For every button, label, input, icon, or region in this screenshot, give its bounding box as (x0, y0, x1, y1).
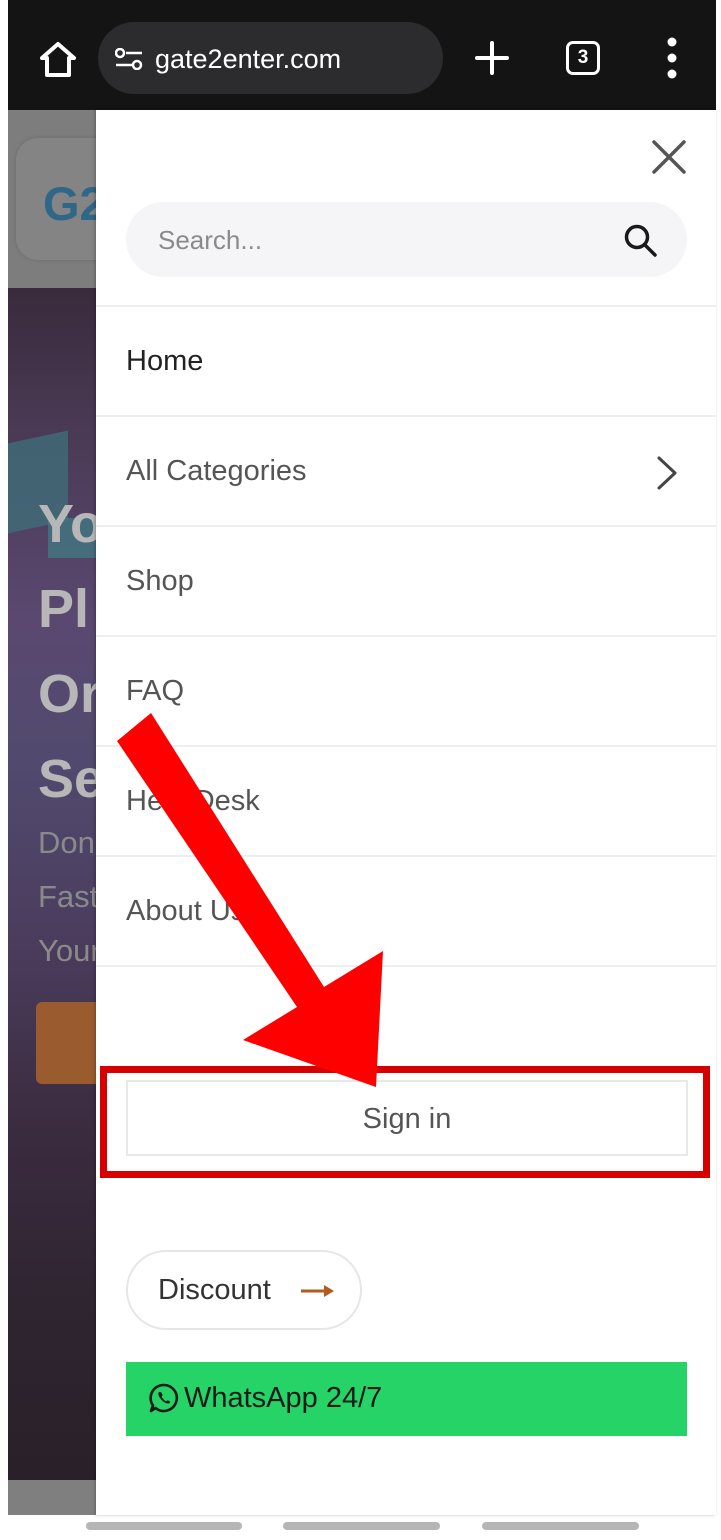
arrow-right-icon (300, 1284, 334, 1298)
mobile-menu-drawer: Home All Categories Shop FAQ Help Desk A… (96, 110, 716, 1515)
hero-title-line: Pl (38, 579, 90, 639)
nav-item-shop[interactable]: Shop (96, 527, 716, 637)
hero-subtitle-line: Don (38, 825, 95, 860)
system-nav-home[interactable] (283, 1522, 440, 1530)
nav-item-label: Home (126, 345, 204, 377)
nav-item-label: All Categories (126, 455, 307, 487)
whatsapp-icon (148, 1382, 180, 1414)
nav-item-label: Help Desk (126, 785, 260, 817)
home-icon[interactable] (38, 40, 78, 80)
whatsapp-label: WhatsApp 24/7 (184, 1382, 383, 1414)
chevron-right-icon[interactable] (656, 455, 678, 491)
hero-title: Yo Pl Or Se (38, 482, 100, 822)
hero-title-line: Yo (38, 494, 100, 554)
nav-item-about-us[interactable]: About Us (96, 857, 716, 967)
plus-icon[interactable] (474, 40, 510, 76)
hero-subtitle-line: Fast (38, 879, 99, 914)
hero-subtitle: Don Fast Your (38, 816, 100, 978)
browser-toolbar: gate2enter.com 3 (8, 0, 716, 110)
nav-item-faq[interactable]: FAQ (96, 637, 716, 747)
background-page: G2 Yo Pl Or Se Don Fast Your (8, 110, 100, 1515)
nav-item-all-categories[interactable]: All Categories (96, 417, 716, 527)
hero-title-line: Se (38, 749, 100, 809)
discount-label: Discount (158, 1274, 271, 1306)
close-icon[interactable] (652, 140, 686, 174)
nav-item-label: About Us (126, 895, 246, 927)
nav-item-help-desk[interactable]: Help Desk (96, 747, 716, 857)
hero-cta-button (36, 1002, 100, 1084)
nav-item-label: Shop (126, 565, 194, 597)
whatsapp-button[interactable]: WhatsApp 24/7 (126, 1362, 687, 1436)
search-input[interactable] (156, 202, 600, 279)
nav-menu: Home All Categories Shop FAQ Help Desk A… (96, 305, 716, 967)
url-text: gate2enter.com (155, 44, 342, 74)
hero-title-line: Or (38, 664, 100, 724)
system-nav-back[interactable] (482, 1522, 639, 1530)
search-icon[interactable] (623, 223, 657, 257)
sign-in-button[interactable]: Sign in (126, 1080, 688, 1156)
nav-item-home[interactable]: Home (96, 307, 716, 417)
address-bar[interactable]: gate2enter.com (98, 22, 443, 94)
hero-subtitle-line: Your (38, 933, 100, 968)
search-box (126, 202, 687, 279)
more-vert-icon[interactable] (662, 36, 682, 80)
site-settings-icon[interactable] (114, 47, 143, 71)
system-nav-recents[interactable] (86, 1522, 242, 1530)
page-footer-strip (8, 1480, 100, 1515)
tab-switcher-icon[interactable]: 3 (566, 41, 600, 75)
nav-item-label: FAQ (126, 675, 185, 707)
site-logo: G2 (43, 177, 100, 230)
discount-button[interactable]: Discount (126, 1250, 362, 1330)
